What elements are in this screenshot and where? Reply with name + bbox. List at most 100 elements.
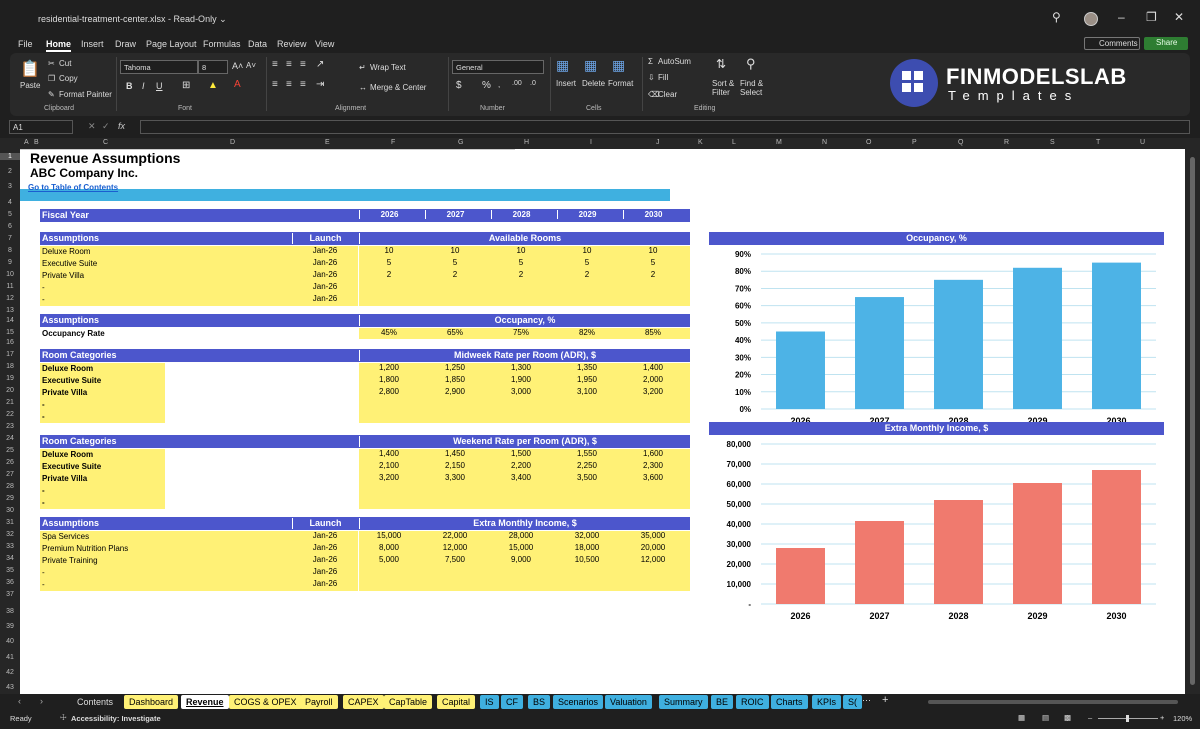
indent-icon[interactable]: ⇥ bbox=[316, 79, 324, 90]
menu-data[interactable]: Data bbox=[248, 39, 267, 49]
extra-row-launch[interactable]: Jan-26 bbox=[295, 555, 355, 564]
rooms-row-value[interactable]: 5 bbox=[359, 258, 419, 267]
format-cells-icon[interactable]: ▦ bbox=[612, 57, 625, 74]
increase-decimal-icon[interactable]: .00 bbox=[512, 80, 522, 87]
weekend-row-value[interactable]: 1,450 bbox=[425, 449, 485, 458]
row-header-43[interactable]: 43 bbox=[0, 684, 20, 691]
bold-icon[interactable]: B bbox=[126, 81, 133, 91]
extra-row-value[interactable]: 9,000 bbox=[491, 555, 551, 564]
merge-center-icon[interactable]: ↔ bbox=[359, 83, 367, 92]
format-painter-icon[interactable]: ✎ bbox=[48, 90, 55, 99]
column-header-i[interactable]: I bbox=[590, 139, 592, 146]
extra-row-launch[interactable]: Jan-26 bbox=[295, 579, 355, 588]
row-header-42[interactable]: 42 bbox=[0, 669, 20, 676]
cancel-icon[interactable]: ✕ bbox=[88, 121, 96, 132]
row-header-2[interactable]: 2 bbox=[0, 168, 20, 175]
midweek-row-value[interactable]: 3,200 bbox=[623, 387, 683, 396]
tab-s-[interactable]: S( bbox=[843, 695, 862, 709]
row-header-5[interactable]: 5 bbox=[0, 211, 20, 218]
rooms-row-launch[interactable]: Jan-26 bbox=[295, 270, 355, 279]
row-header-28[interactable]: 28 bbox=[0, 483, 20, 490]
fill-button[interactable]: Fill bbox=[658, 73, 668, 82]
rooms-row-label[interactable]: Deluxe Room bbox=[42, 246, 90, 257]
column-header-t[interactable]: T bbox=[1096, 139, 1100, 146]
autosum-icon[interactable]: Σ bbox=[648, 57, 653, 66]
occupancy-rate-value[interactable]: 85% bbox=[623, 328, 683, 337]
comments-button[interactable]: Comments bbox=[1084, 37, 1140, 50]
row-header-39[interactable]: 39 bbox=[0, 623, 20, 630]
midweek-row-label[interactable]: - bbox=[42, 399, 45, 410]
rooms-row-value[interactable]: 10 bbox=[425, 246, 485, 255]
row-header-9[interactable]: 9 bbox=[0, 259, 20, 266]
row-header-11[interactable]: 11 bbox=[0, 283, 20, 290]
occupancy-rate-value[interactable]: 45% bbox=[359, 328, 419, 337]
tab-kpis[interactable]: KPIs bbox=[812, 695, 842, 709]
rooms-row-value[interactable]: 2 bbox=[623, 270, 683, 279]
row-header-17[interactable]: 17 bbox=[0, 351, 20, 358]
chart-2-bar[interactable] bbox=[934, 500, 983, 604]
column-header-q[interactable]: Q bbox=[958, 139, 963, 146]
rooms-row-value[interactable]: 10 bbox=[623, 246, 683, 255]
insert-cells-icon[interactable]: ▦ bbox=[556, 57, 569, 74]
row-header-31[interactable]: 31 bbox=[0, 519, 20, 526]
extra-row-value[interactable]: 18,000 bbox=[557, 543, 617, 552]
column-header-f[interactable]: F bbox=[391, 139, 395, 146]
weekend-row-value[interactable]: 2,250 bbox=[557, 461, 617, 470]
row-header-6[interactable]: 6 bbox=[0, 223, 20, 230]
align-top-icon[interactable]: ≡ bbox=[272, 59, 278, 70]
sort-filter-button[interactable]: Sort & Filter bbox=[712, 79, 740, 97]
menu-home[interactable]: Home bbox=[46, 39, 72, 52]
row-header-16[interactable]: 16 bbox=[0, 339, 20, 346]
vertical-scrollbar[interactable] bbox=[1185, 149, 1200, 694]
align-bottom-icon[interactable]: ≡ bbox=[300, 59, 306, 70]
column-header-l[interactable]: L bbox=[732, 139, 736, 146]
row-header-29[interactable]: 29 bbox=[0, 495, 20, 502]
paste-icon[interactable]: 📋 bbox=[20, 59, 40, 79]
weekend-row-value[interactable]: 1,600 bbox=[623, 449, 683, 458]
tab-scroll-left-icon[interactable]: ‹ bbox=[18, 696, 21, 706]
chart-1-bar[interactable] bbox=[776, 331, 825, 410]
extra-row-value[interactable]: 22,000 bbox=[425, 531, 485, 540]
row-header-23[interactable]: 23 bbox=[0, 423, 20, 430]
tab-capex[interactable]: CAPEX bbox=[343, 695, 384, 709]
extra-row-value[interactable]: 35,000 bbox=[623, 531, 683, 540]
extra-row-launch[interactable]: Jan-26 bbox=[295, 531, 355, 540]
weekend-row-value[interactable]: 1,500 bbox=[491, 449, 551, 458]
midweek-row-value[interactable]: 1,350 bbox=[557, 363, 617, 372]
midweek-row-label[interactable]: - bbox=[42, 411, 45, 422]
wrap-text-icon[interactable]: ↵ bbox=[359, 63, 366, 72]
row-header-7[interactable]: 7 bbox=[0, 235, 20, 242]
column-header-e[interactable]: E bbox=[325, 139, 330, 146]
tab-be[interactable]: BE bbox=[711, 695, 734, 709]
zoom-out-icon[interactable]: – bbox=[1088, 713, 1092, 722]
find-select-button[interactable]: Find & Select bbox=[740, 79, 770, 97]
row-header-14[interactable]: 14 bbox=[0, 317, 20, 324]
tab-bs[interactable]: BS bbox=[528, 695, 551, 709]
extra-row-value[interactable]: 10,500 bbox=[557, 555, 617, 564]
rooms-row-launch[interactable]: Jan-26 bbox=[295, 258, 355, 267]
sheet-grid[interactable]: Revenue Assumptions ABC Company Inc. Go … bbox=[20, 149, 1185, 694]
chart-1-bar[interactable] bbox=[855, 297, 904, 409]
format-painter-button[interactable]: Format Painter bbox=[59, 90, 112, 99]
extra-row-value[interactable]: 15,000 bbox=[491, 543, 551, 552]
copy-icon[interactable]: ❐ bbox=[48, 74, 55, 83]
midweek-row-value[interactable]: 1,950 bbox=[557, 375, 617, 384]
midweek-row-value[interactable]: 3,000 bbox=[491, 387, 551, 396]
row-header-18[interactable]: 18 bbox=[0, 363, 20, 370]
tab-roic[interactable]: ROIC bbox=[736, 695, 769, 709]
close-icon[interactable]: ✕ bbox=[1174, 10, 1184, 24]
tab-charts[interactable]: Charts bbox=[771, 695, 808, 709]
underline-icon[interactable]: U bbox=[156, 81, 163, 91]
row-header-22[interactable]: 22 bbox=[0, 411, 20, 418]
paste-button[interactable]: Paste bbox=[20, 81, 40, 90]
extra-row-label[interactable]: - bbox=[42, 567, 45, 578]
column-header-a[interactable]: A bbox=[24, 139, 29, 146]
column-header-o[interactable]: O bbox=[866, 139, 871, 146]
menu-draw[interactable]: Draw bbox=[115, 39, 136, 49]
weekend-row-label[interactable]: Private Villa bbox=[42, 473, 87, 484]
row-header-36[interactable]: 36 bbox=[0, 579, 20, 586]
menu-insert[interactable]: Insert bbox=[81, 39, 104, 49]
extra-row-value[interactable]: 5,000 bbox=[359, 555, 419, 564]
midweek-row-value[interactable]: 2,800 bbox=[359, 387, 419, 396]
row-header-21[interactable]: 21 bbox=[0, 399, 20, 406]
